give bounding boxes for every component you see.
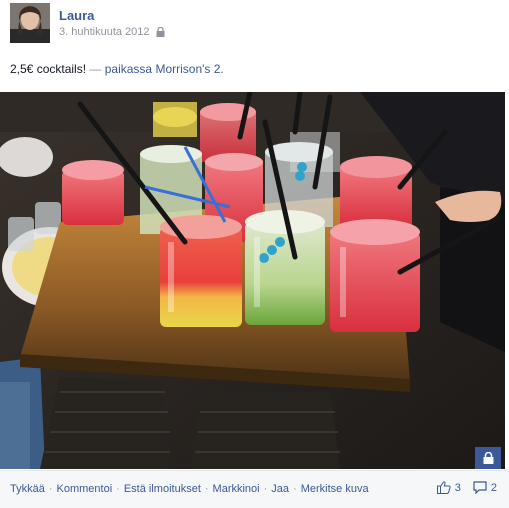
engagement-counts: 3 2	[436, 481, 497, 494]
separator-dot: ·	[48, 483, 53, 495]
post-photo[interactable]	[0, 92, 505, 469]
separator-dot: ·	[293, 483, 297, 495]
photo-privacy-button[interactable]	[475, 447, 501, 469]
comment-icon[interactable]	[473, 481, 487, 494]
comment-count[interactable]: 2	[491, 482, 497, 494]
location-prefix: paikassa	[104, 62, 153, 76]
avatar[interactable]	[10, 3, 50, 43]
location-link[interactable]: Morrison's 2.	[155, 62, 223, 76]
lock-icon	[483, 452, 493, 464]
tag-photo-link[interactable]: Merkitse kuva	[301, 483, 369, 495]
post-message: 2,5€ cocktails!	[10, 62, 87, 76]
post-meta: 3. huhtikuuta 2012	[59, 26, 165, 38]
thumbs-up-icon[interactable]	[436, 481, 451, 494]
avatar-photo	[10, 3, 50, 43]
post-date[interactable]: 3. huhtikuuta 2012	[59, 26, 150, 38]
promote-link[interactable]: Markkinoi	[213, 483, 260, 495]
separator-dot: ·	[116, 483, 120, 495]
post-actions-bar: Tykkää · Kommentoi · Estä ilmoitukset · Markki…	[0, 470, 509, 508]
like-link[interactable]: Tykkää	[10, 483, 45, 495]
lock-icon[interactable]	[156, 27, 165, 37]
post-text: 2,5€ cocktails! — paikassa Morrison's 2.	[10, 62, 224, 76]
author-name[interactable]: Laura	[59, 8, 94, 23]
action-links: Tykkää · Kommentoi · Estä ilmoitukset · Markki…	[10, 483, 369, 495]
share-link[interactable]: Jaa	[271, 483, 289, 495]
separator-dot: ·	[263, 483, 268, 495]
separator-dot: ·	[204, 483, 209, 495]
comment-link[interactable]: Kommentoi	[57, 483, 113, 495]
like-count[interactable]: 3	[455, 482, 461, 494]
post-separator: —	[89, 62, 102, 76]
cocktails-photo	[0, 92, 505, 469]
hide-notifications-link[interactable]: Estä ilmoitukset	[124, 483, 201, 495]
